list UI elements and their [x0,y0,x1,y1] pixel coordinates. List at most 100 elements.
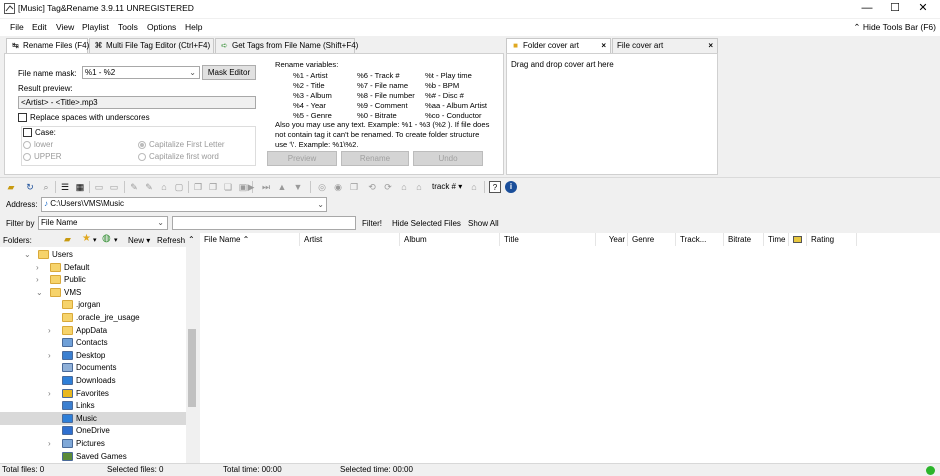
close-button[interactable]: ✕ [908,0,938,18]
column-album[interactable]: Album [400,233,500,246]
case-capitalize-first-word-radio[interactable]: Capitalize first word [138,152,219,161]
column-file-name[interactable]: File Name ⌃ [200,233,300,246]
help-icon[interactable]: ? [489,181,501,193]
case-capitalize-first-letter-radio[interactable]: Capitalize First Letter [138,140,225,149]
track-number-dropdown[interactable]: track # ▾ [432,182,462,191]
chevron-up-icon: ⌃ [853,22,861,32]
tree-item[interactable]: › Default [0,261,186,274]
show-all-button[interactable]: Show All [468,219,499,228]
filter-label: Filter by [6,219,35,228]
tab-rename-files[interactable]: ↹ Rename Files (F4) [6,38,89,54]
tree-item[interactable]: ⌄ Users [0,248,186,261]
close-icon[interactable]: × [601,39,606,53]
chevron-down-icon[interactable]: ⌄ [36,286,43,299]
menu-view[interactable]: View [56,22,74,32]
tree-item[interactable]: › AppData [0,324,186,337]
scrollbar-thumb[interactable] [188,329,196,407]
preview-button[interactable]: Preview [267,151,337,166]
column-title[interactable]: Title [500,233,596,246]
hide-tools-bar-button[interactable]: ⌃ Hide Tools Bar (F6) [853,22,936,33]
column-year[interactable]: Year [596,233,628,246]
refresh-folders-button[interactable]: Refresh [157,236,185,245]
tree-scrollbar[interactable] [186,247,198,463]
tree-item[interactable]: Documents [0,361,186,374]
open-folder-icon[interactable]: ▰ [5,181,17,193]
column-artist[interactable]: Artist [300,233,400,246]
column-genre[interactable]: Genre [628,233,676,246]
address-field[interactable]: ♪ C:\Users\VMS\Music ⌄ [41,197,327,212]
column-rating[interactable]: Rating [807,233,857,246]
tag-icon: ⌂ [401,182,407,192]
refresh-icon[interactable]: ↻ [24,181,36,193]
case-upper-radio[interactable]: UPPER [23,152,62,161]
chevron-right-icon[interactable]: › [36,273,39,286]
folder-icon [62,325,73,335]
mask-select[interactable]: %1 - %2 ⌄ [82,66,200,79]
column-track[interactable]: Track... [676,233,724,246]
filter-input[interactable] [172,216,356,230]
menu-file[interactable]: File [10,22,24,32]
column-time[interactable]: Time [764,233,789,246]
tab-get-tags-from-file-name[interactable]: ➪ Get Tags from File Name (Shift+F4) [215,38,358,53]
chevron-down-icon[interactable]: ⌄ [24,248,31,261]
tree-item[interactable]: Contacts [0,336,186,349]
rename-button[interactable]: Rename [341,151,409,166]
tree-item[interactable]: OneDrive [0,424,186,437]
menu-help[interactable]: Help [185,22,202,32]
tree-item[interactable]: ⌄ VMS [0,286,186,299]
tree-item[interactable]: Music [0,411,186,425]
minimize-button[interactable]: — [852,0,882,18]
tree-item[interactable]: › Pictures [0,437,186,450]
chevron-right-icon[interactable]: › [48,437,51,450]
chevron-right-icon[interactable]: › [36,261,39,274]
tree-item[interactable]: Saved Games [0,450,186,463]
chevron-right-icon[interactable]: › [48,387,51,400]
close-icon[interactable]: × [708,39,713,53]
menu-playlist[interactable]: Playlist [82,22,109,32]
replace-spaces-checkbox[interactable]: Replace spaces with underscores [18,113,150,123]
playlist-icon[interactable]: ☰ [59,181,71,193]
mask-editor-button[interactable]: Mask Editor [202,65,256,80]
chevron-down-icon[interactable]: ▾ [93,236,97,244]
menu-tools[interactable]: Tools [118,22,138,32]
tree-item[interactable]: Downloads [0,374,186,387]
chevron-down-icon[interactable]: ▾ [114,236,118,244]
chevron-up-icon[interactable]: ⌃ [188,235,195,244]
menu-options[interactable]: Options [147,22,176,32]
cover-art-panel[interactable]: Drag and drop cover art here [506,53,718,175]
folder-up-icon[interactable]: ▰ [64,234,71,245]
star-icon[interactable]: ★ [82,233,91,244]
globe-icon[interactable]: ◍ [102,233,111,244]
hide-selected-files-button[interactable]: Hide Selected Files [392,219,461,228]
tree-item[interactable]: › Desktop [0,349,186,362]
chevron-right-icon[interactable]: › [48,324,51,337]
tree-item[interactable]: .jorgan [0,298,186,311]
column-bitrate[interactable]: Bitrate [724,233,764,246]
music-note-icon: ♪ [44,199,48,208]
status-bar: Total files: 0 Selected files: 0 Total t… [0,463,940,476]
search-icon[interactable]: ⌕ [40,181,52,193]
new-folder-button[interactable]: New ▾ [128,236,150,245]
edit-tag-icon: ✎ [130,182,138,192]
tree-item[interactable]: Links [0,399,186,412]
folder-tree[interactable]: ⌄ Users › Default › Public ⌄ VMS .jorgan .oracle_… [0,247,198,463]
tab-folder-cover-art[interactable]: ■ Folder cover art × [506,38,611,54]
undo-button[interactable]: Undo [413,151,483,166]
menu-edit[interactable]: Edit [32,22,47,32]
tab-file-cover-art[interactable]: File cover art × [612,38,718,53]
grid-icon[interactable]: ▦ [74,181,86,193]
maximize-button[interactable]: ☐ [880,0,910,18]
tree-item-label: Pictures [76,439,105,448]
tree-item[interactable]: › Public [0,273,186,286]
chevron-right-icon[interactable]: › [48,349,51,362]
filter-field-select[interactable]: File Name ⌄ [38,216,168,230]
column-cover-art[interactable] [789,233,807,246]
tab-multi-file-tag-editor[interactable]: ⌘ Multi File Tag Editor (Ctrl+F4) [89,38,214,53]
filter-apply-button[interactable]: Filter! [362,219,382,228]
case-lower-radio[interactable]: lower [23,140,53,149]
tree-item[interactable]: .oracle_jre_usage [0,311,186,324]
tree-item[interactable]: › Favorites [0,387,186,400]
info-icon[interactable]: i [505,181,517,193]
case-checkbox[interactable]: Case: [23,128,56,138]
file-list[interactable]: File Name ⌃ Artist Album Title Year Genr… [200,233,940,463]
